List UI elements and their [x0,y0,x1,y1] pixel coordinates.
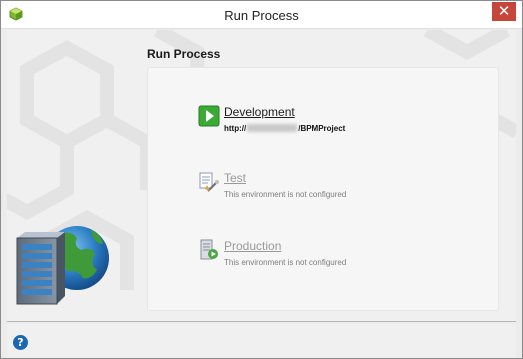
environment-status: This environment is not configured [224,190,347,199]
url-prefix: http:// [224,124,247,133]
environment-name[interactable]: Test [224,171,246,185]
title-bar: Run Process ✕ [1,1,522,29]
production-server-icon [200,239,218,260]
test-tools-icon [199,172,219,192]
redacted-host [247,124,298,132]
url-suffix: /BPMProject [298,124,346,133]
environment-name[interactable]: Development [224,105,295,119]
environments-panel: Development http:// /BPMProject Test This… [147,67,499,311]
server-globe-illustration [16,226,109,305]
environment-name[interactable]: Production [224,239,281,253]
window-title: Run Process [224,8,299,23]
environment-status: This environment is not configured [224,258,347,267]
page-heading: Run Process [147,47,221,61]
help-icon[interactable]: ? [13,335,28,350]
environment-url: http:// /BPMProject [224,124,345,133]
dialog-content: Run Process Development http:// /BPMProje… [7,30,516,322]
play-icon [198,105,220,127]
run-process-window: Run Process ✕ Run Process Development ht… [0,0,523,359]
dialog-footer: ? [7,324,516,358]
close-button[interactable]: ✕ [492,2,516,21]
